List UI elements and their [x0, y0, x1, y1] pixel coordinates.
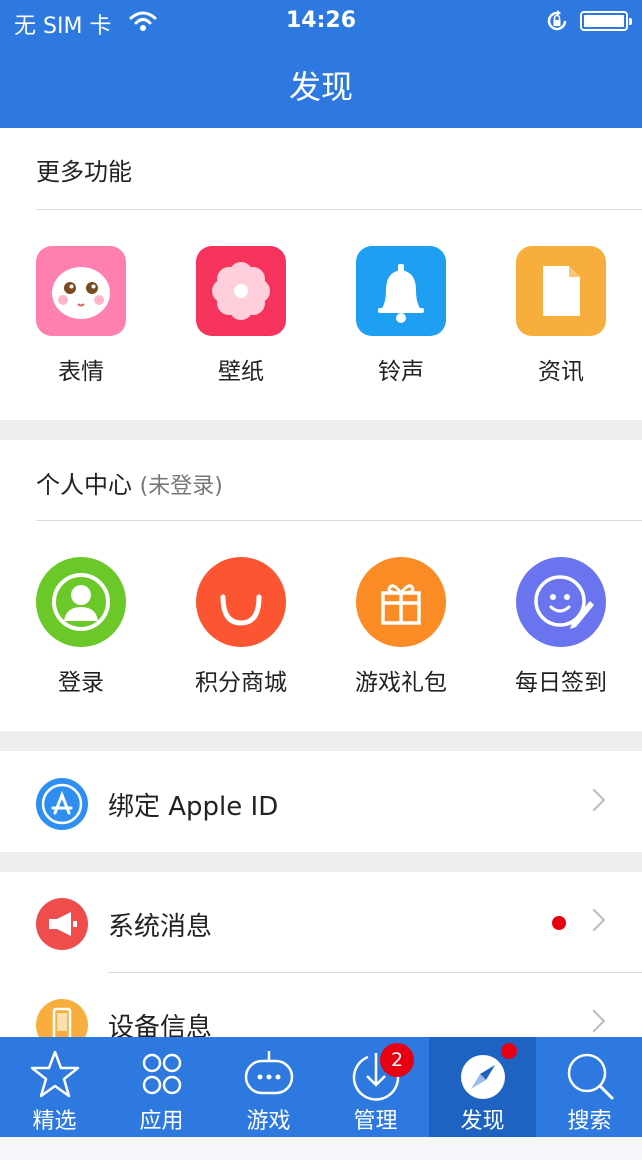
status-bar: 无 SIM 卡 14:26: [0, 0, 642, 42]
document-icon: [516, 246, 606, 336]
section-gap: [0, 852, 642, 872]
tab-featured[interactable]: 精选: [1, 1037, 108, 1137]
gamepad-icon: [244, 1051, 294, 1095]
row-label: 系统消息: [108, 912, 213, 942]
tab-manage[interactable]: 2 管理: [322, 1037, 429, 1137]
bind-apple-id-row[interactable]: 绑定 Apple ID: [0, 752, 642, 852]
tab-label: 发现: [460, 1109, 505, 1134]
personal-center-label: 个人中心: [36, 471, 132, 499]
chevron-right-icon: [582, 788, 606, 812]
personal-center-title: 个人中心 (未登录): [36, 465, 223, 500]
update-count-badge: 2: [380, 1043, 414, 1077]
bottom-strip: [0, 1137, 642, 1160]
feature-label: 铃声: [378, 359, 424, 385]
personal-label: 登录: [58, 670, 104, 696]
feature-label: 资讯: [538, 359, 584, 385]
unread-dot: [552, 916, 566, 930]
gift-icon: [356, 557, 446, 647]
divider: [36, 209, 642, 210]
tab-games[interactable]: 游戏: [215, 1037, 322, 1137]
game-gift-button[interactable]: 游戏礼包: [321, 557, 481, 697]
row-label: 绑定 Apple ID: [108, 792, 279, 822]
login-status: (未登录): [139, 474, 223, 499]
tab-search[interactable]: 搜索: [536, 1037, 642, 1137]
emoji-face-icon: [36, 246, 126, 336]
rotation-lock-icon: [547, 10, 567, 31]
tab-label: 精选: [32, 1109, 77, 1134]
system-messages-row[interactable]: 系统消息: [0, 872, 642, 972]
chevron-right-icon: [582, 1009, 606, 1033]
notification-dot: [501, 1043, 517, 1059]
tab-label: 应用: [139, 1109, 184, 1134]
feature-emoji[interactable]: 表情: [1, 246, 161, 386]
feature-ringtone[interactable]: 铃声: [321, 246, 481, 386]
personal-label: 每日签到: [515, 670, 607, 696]
feature-label: 表情: [58, 359, 104, 385]
app-header: 无 SIM 卡 14:26 发现: [0, 0, 642, 128]
bell-icon: [356, 246, 446, 336]
personal-label: 游戏礼包: [355, 670, 447, 696]
chevron-right-icon: [582, 908, 606, 932]
feature-news[interactable]: 资讯: [481, 246, 641, 386]
tab-label: 管理: [353, 1109, 398, 1134]
divider: [36, 520, 642, 521]
daily-checkin-button[interactable]: 每日签到: [481, 557, 641, 697]
bottom-tab-bar: 精选 应用 游戏 2 管理 发现 搜索: [0, 1037, 642, 1137]
tab-label: 游戏: [246, 1109, 291, 1134]
section-gap: [0, 731, 642, 751]
login-button[interactable]: 登录: [1, 557, 161, 697]
tab-discover[interactable]: 发现: [429, 1037, 536, 1137]
flower-icon: [196, 246, 286, 336]
megaphone-icon: [36, 898, 88, 950]
feature-wallpaper[interactable]: 壁纸: [161, 246, 321, 386]
user-avatar-icon: [36, 557, 126, 647]
star-icon: [30, 1050, 80, 1098]
search-icon: [567, 1053, 614, 1100]
section-gap: [0, 420, 642, 440]
tab-apps[interactable]: 应用: [108, 1037, 215, 1137]
personal-label: 积分商城: [195, 670, 287, 696]
feature-label: 壁纸: [218, 359, 264, 385]
smile-arc-icon: [196, 557, 286, 647]
points-mall-button[interactable]: 积分商城: [161, 557, 321, 697]
battery-icon: [580, 11, 632, 31]
more-features-title: 更多功能: [36, 158, 132, 186]
grid-circles-icon: [142, 1053, 182, 1095]
app-store-icon: [36, 778, 88, 830]
page-title: 发现: [288, 68, 353, 106]
smiley-pen-icon: [516, 557, 606, 647]
tab-label: 搜索: [567, 1109, 612, 1134]
